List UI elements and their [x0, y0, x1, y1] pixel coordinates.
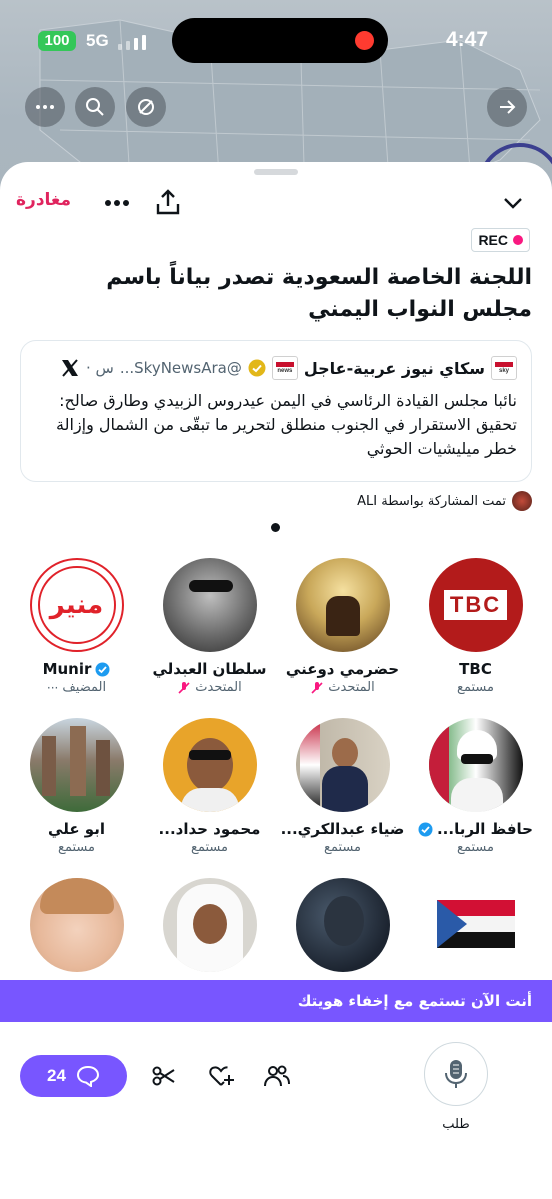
- verified-icon: [95, 662, 110, 676]
- participant-role: مستمع: [191, 840, 228, 855]
- participant-name: محمود حداد...: [158, 820, 261, 838]
- leave-button[interactable]: مغادرة: [16, 190, 71, 210]
- sheet-grabber[interactable]: [254, 169, 298, 175]
- tweet-author-name: سكاي نيوز عربية-عاجل: [303, 358, 485, 378]
- participant-role: المتحدث: [328, 680, 375, 695]
- participant-name: سلطان العبدلي: [152, 660, 267, 678]
- comments-button[interactable]: 24: [20, 1055, 127, 1097]
- sharer-avatar: [512, 491, 532, 511]
- avatar: منير: [29, 558, 124, 652]
- recording-badge: REC: [471, 228, 530, 252]
- people-icon[interactable]: [263, 1062, 291, 1090]
- tweet-time: س ·: [85, 359, 114, 377]
- participant-role: مستمع: [457, 840, 494, 855]
- chevron-down-icon[interactable]: [502, 192, 524, 214]
- avatar-logo-text: TBC: [443, 590, 508, 620]
- signal-icon: [118, 34, 150, 50]
- participant-role: مستمع: [58, 840, 95, 855]
- avatar: [295, 878, 390, 972]
- comment-icon: [76, 1065, 99, 1087]
- participant[interactable]: حضرمي دوعني المتحدث: [276, 558, 409, 708]
- map-navigate-button[interactable]: [126, 87, 166, 127]
- mic-off-icon: [311, 681, 323, 694]
- mic-off-icon: [178, 681, 190, 694]
- rec-label: REC: [478, 232, 508, 248]
- rec-dot-icon: [513, 235, 523, 245]
- request-to-speak-button[interactable]: [424, 1042, 488, 1106]
- dynamic-island: [172, 18, 388, 63]
- participant[interactable]: ابو علي مستمع: [10, 718, 143, 868]
- avatar: [162, 558, 257, 652]
- participant-role: مستمع: [324, 840, 361, 855]
- participant-name: حضرمي دوعني: [285, 660, 400, 678]
- participant[interactable]: سلطان العبدلي المتحدث: [143, 558, 276, 708]
- avatar: [428, 878, 523, 972]
- avatar: [162, 718, 257, 812]
- avatar: [162, 878, 257, 972]
- tweet-body: نائبا مجلس القيادة الرئاسي في اليمن عيدر…: [56, 391, 517, 458]
- participant-role: المضيف: [62, 680, 107, 695]
- sky-news-logo: sky: [491, 356, 517, 380]
- participant-name: ابو علي: [48, 820, 105, 838]
- participant-name: حافظ الربا...: [436, 820, 533, 838]
- participant-role: المتحدث: [195, 680, 242, 695]
- navigation-off-icon: [138, 99, 154, 115]
- space-title: اللجنة الخاصة السعودية تصدر بياناً باسم …: [106, 265, 532, 322]
- space-toolbar: مغادرة: [0, 188, 552, 220]
- participant-role: مستمع: [457, 680, 494, 695]
- battery-indicator: 100: [38, 31, 76, 51]
- heart-plus-icon[interactable]: [207, 1062, 235, 1090]
- clip-scissors-icon[interactable]: [150, 1062, 178, 1090]
- request-label: طلب: [442, 1117, 470, 1132]
- clock: 4:47: [445, 28, 488, 51]
- sky-news-badge-icon: news: [271, 356, 298, 380]
- x-logo-icon: [61, 359, 78, 377]
- participants-grid: منير Munir المضيف ··· سلطان العبدلي المت…: [0, 558, 552, 978]
- shared-by: تمت المشاركة بواسطة ALI: [357, 490, 532, 512]
- search-icon: [86, 98, 104, 116]
- recording-indicator-icon: [355, 31, 374, 50]
- participant[interactable]: TBC TBC مستمع: [409, 558, 542, 708]
- more-options-icon[interactable]: [104, 198, 130, 208]
- map-search-button[interactable]: [75, 87, 115, 127]
- more-icon: [36, 105, 54, 109]
- avatar-logo-text: منير: [49, 590, 104, 620]
- avatar: TBC: [428, 558, 523, 652]
- avatar: [295, 558, 390, 652]
- more-dots-icon: ···: [46, 680, 59, 695]
- microphone-icon: [445, 1060, 467, 1088]
- tweet-handle: @SkyNewsAra...: [119, 359, 242, 377]
- avatar: [29, 718, 124, 812]
- network-type: 5G: [86, 31, 109, 50]
- participant-name: TBC: [459, 660, 492, 678]
- participant[interactable]: محمود حداد... مستمع: [143, 718, 276, 868]
- participant[interactable]: ضياء عبدالكري... مستمع: [276, 718, 409, 868]
- participant[interactable]: حافظ الربا... مستمع: [409, 718, 542, 868]
- map-more-button[interactable]: [25, 87, 65, 127]
- pinned-tweet-card[interactable]: sky سكاي نيوز عربية-عاجل news @SkyNewsAr…: [20, 340, 532, 482]
- share-icon[interactable]: [155, 188, 181, 216]
- anonymous-listening-banner: أنت الآن تستمع مع إخفاء هويتك: [0, 980, 552, 1022]
- tweet-header: sky سكاي نيوز عربية-عاجل news @SkyNewsAr…: [60, 355, 517, 381]
- avatar: [295, 718, 390, 812]
- shared-by-label: تمت المشاركة بواسطة ALI: [357, 493, 506, 509]
- avatar: [428, 718, 523, 812]
- avatar: [29, 878, 124, 972]
- participant-name: Munir: [42, 660, 92, 678]
- participant[interactable]: منير Munir المضيف ···: [10, 558, 143, 708]
- page-indicator: [271, 523, 280, 532]
- verified-gold-icon: [248, 359, 266, 377]
- verified-icon: [418, 822, 433, 836]
- arrow-right-icon: [500, 100, 516, 114]
- status-bar: 100 5G 4:47: [0, 0, 552, 84]
- space-sheet: مغادرة REC اللجنة الخاصة السعودية تصدر ب…: [0, 162, 552, 1199]
- comment-count: 24: [47, 1066, 66, 1085]
- map-forward-button[interactable]: [487, 87, 527, 127]
- participant-name: ضياء عبدالكري...: [280, 820, 405, 838]
